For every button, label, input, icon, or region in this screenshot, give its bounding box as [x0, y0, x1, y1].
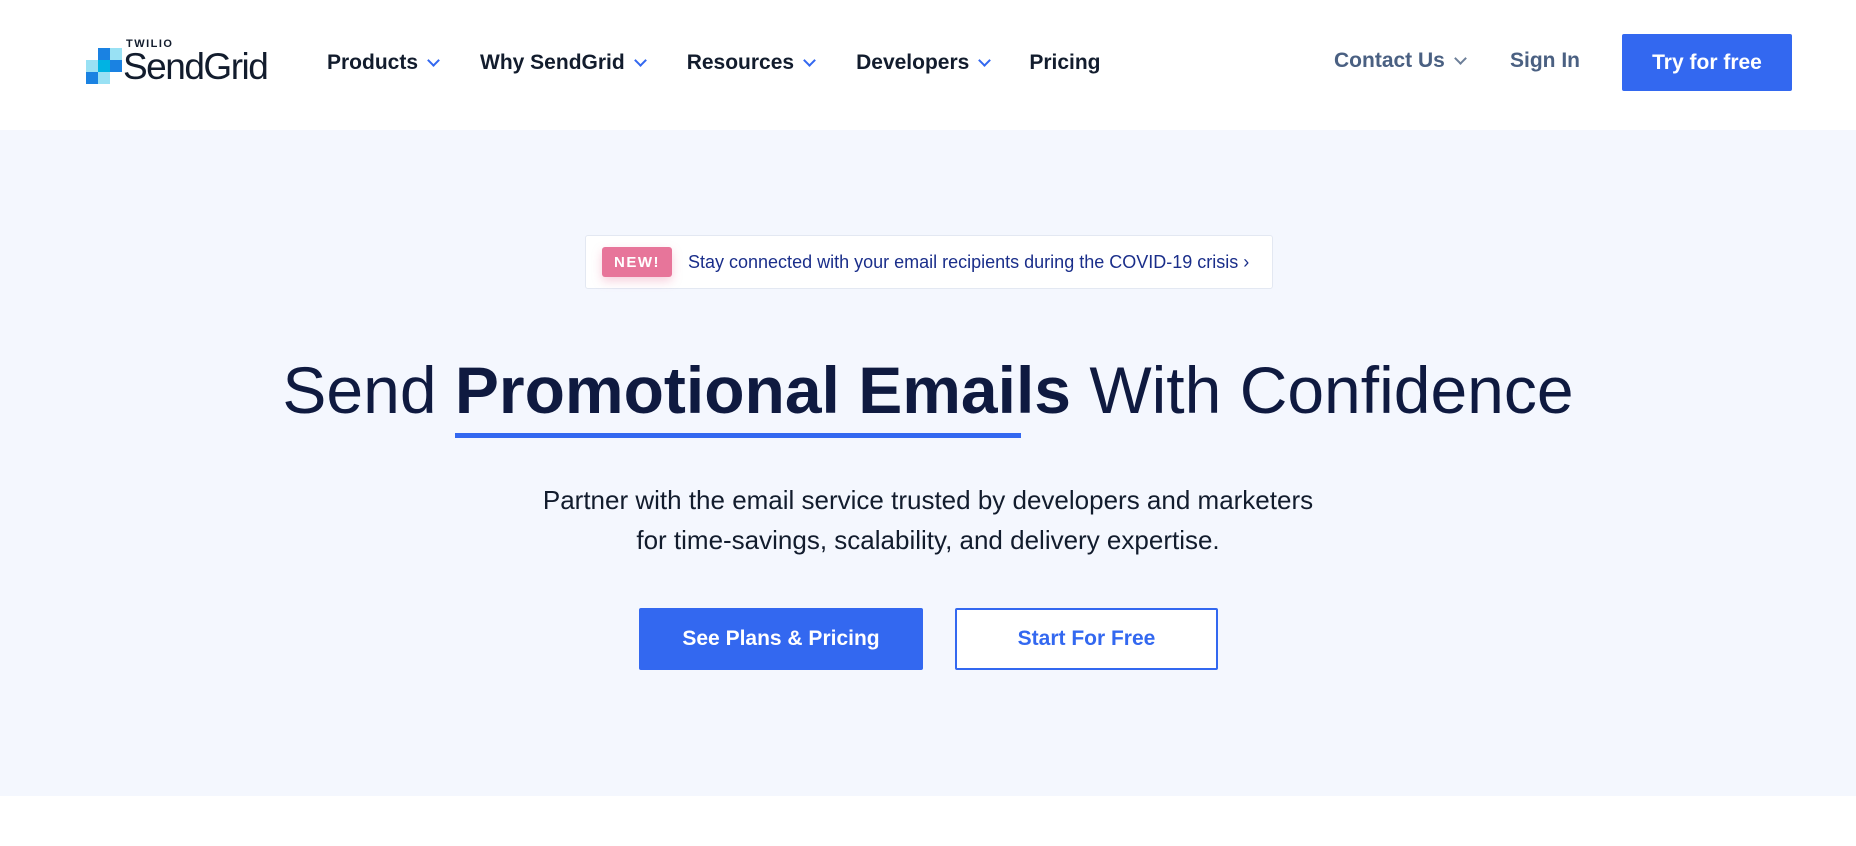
- nav-item-developers[interactable]: Developers: [856, 51, 992, 75]
- primary-nav: Products Why SendGrid Resources Develope…: [327, 48, 1101, 78]
- chevron-down-icon: [427, 54, 440, 67]
- nav-item-label: Why SendGrid: [480, 51, 625, 74]
- nav-item-resources[interactable]: Resources: [686, 51, 816, 75]
- new-badge: NEW!: [602, 247, 672, 277]
- announcement-text: Stay connected with your email recipient…: [688, 251, 1250, 272]
- chevron-down-icon: [1453, 52, 1467, 65]
- contact-us-label: Contact Us: [1334, 49, 1445, 72]
- site-header: TWILIO SendGrid Products Why SendGrid Re…: [0, 0, 1856, 130]
- hero-subtext-line: Partner with the email service trusted b…: [542, 485, 1314, 515]
- logo-wordmark: SendGrid: [123, 46, 269, 87]
- chevron-down-icon: [803, 54, 816, 67]
- chevron-down-icon: [633, 54, 647, 67]
- hero-headline: Send Promotional Emails With Confidence: [0, 350, 1856, 438]
- hero-subtext: Partner with the email service trusted b…: [0, 480, 1856, 560]
- sendgrid-logo[interactable]: TWILIO SendGrid: [86, 38, 286, 86]
- nav-item-label: Resources: [686, 51, 795, 74]
- headline-emphasis: Promotional Emails: [454, 350, 1071, 438]
- nav-item-label: Products: [327, 51, 419, 74]
- nav-item-label: Pricing: [1029, 51, 1101, 74]
- headline-prefix: Send: [282, 353, 455, 427]
- sendgrid-logo-icon: [86, 48, 122, 84]
- nav-item-pricing[interactable]: Pricing: [1029, 51, 1100, 75]
- try-for-free-button[interactable]: Try for free: [1622, 34, 1792, 91]
- hero-section: NEW! Stay connected with your email reci…: [0, 130, 1856, 796]
- nav-item-products[interactable]: Products: [327, 51, 440, 75]
- hero-subtext-line: for time-savings, scalability, and deliv…: [636, 525, 1220, 555]
- covid-announcement-banner[interactable]: NEW! Stay connected with your email reci…: [585, 235, 1273, 289]
- nav-item-label: Developers: [856, 51, 970, 74]
- nav-item-why-sendgrid[interactable]: Why SendGrid: [480, 51, 647, 75]
- headline-suffix: With Confidence: [1071, 353, 1574, 427]
- contact-us-menu[interactable]: Contact Us: [1334, 49, 1467, 73]
- start-for-free-button[interactable]: Start For Free: [955, 608, 1218, 670]
- see-plans-pricing-button[interactable]: See Plans & Pricing: [639, 608, 923, 670]
- sign-in-link[interactable]: Sign In: [1510, 49, 1580, 73]
- chevron-down-icon: [978, 54, 992, 67]
